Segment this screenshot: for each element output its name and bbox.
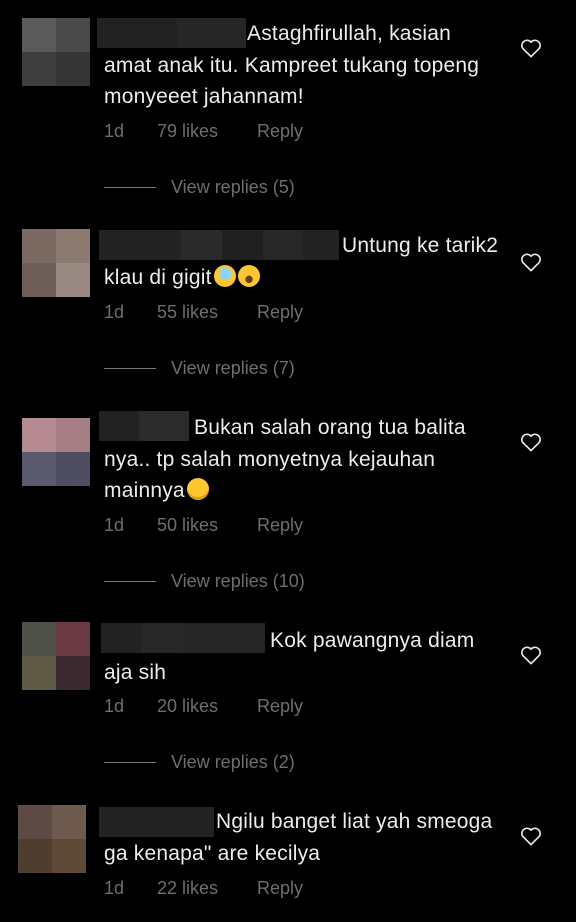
like-heart-icon[interactable]	[520, 826, 542, 846]
view-replies-label: View replies (7)	[171, 358, 295, 378]
view-replies-label: View replies (2)	[171, 752, 295, 772]
comment-age: 1d	[104, 302, 125, 322]
view-replies-button[interactable]: View replies (10)	[104, 571, 305, 592]
avatar[interactable]	[18, 805, 86, 873]
comment-age: 1d	[104, 515, 125, 535]
face-screaming-in-fear-emoji-icon	[213, 264, 236, 287]
comment-age: 1d	[104, 696, 125, 716]
comment-text: Astaghfirullah, kasian amat anak itu. Ka…	[104, 22, 480, 108]
comment-meta: 1d 22 likes Reply	[104, 878, 303, 899]
replies-divider-line	[104, 762, 156, 763]
view-replies-label: View replies (5)	[171, 177, 295, 197]
reply-button[interactable]: Reply	[257, 696, 303, 717]
reply-button[interactable]: Reply	[257, 515, 303, 536]
replies-divider-line	[104, 581, 156, 582]
like-heart-icon[interactable]	[520, 645, 542, 665]
likes-count[interactable]: 55 likes	[157, 302, 257, 323]
likes-count[interactable]: 79 likes	[157, 121, 257, 142]
comment-meta: 1d 20 likes Reply	[104, 696, 303, 717]
avatar[interactable]	[22, 622, 90, 690]
likes-count[interactable]: 22 likes	[157, 878, 257, 899]
view-replies-label: View replies (10)	[171, 571, 305, 591]
view-replies-button[interactable]: View replies (2)	[104, 752, 295, 773]
comment-age: 1d	[104, 878, 125, 898]
replies-divider-line	[104, 368, 156, 369]
comment-meta: 1d 55 likes Reply	[104, 302, 303, 323]
comment-text: Bukan salah orang tua balita nya.. tp sa…	[104, 416, 466, 502]
avatar[interactable]	[22, 418, 90, 486]
view-replies-button[interactable]: View replies (7)	[104, 358, 295, 379]
avatar[interactable]	[22, 229, 90, 297]
likes-count[interactable]: 50 likes	[157, 515, 257, 536]
like-heart-icon[interactable]	[520, 432, 542, 452]
like-heart-icon[interactable]	[520, 38, 542, 58]
comment-text: Untung ke tarik2 klau di gigit	[104, 234, 499, 289]
face-with-rolling-eyes-emoji-icon	[186, 478, 209, 500]
loudly-crying-face-emoji-icon	[237, 264, 260, 287]
reply-button[interactable]: Reply	[257, 121, 303, 142]
avatar[interactable]	[22, 18, 90, 86]
like-heart-icon[interactable]	[520, 252, 542, 272]
reply-button[interactable]: Reply	[257, 302, 303, 323]
comment-meta: 1d 79 likes Reply	[104, 121, 303, 142]
likes-count[interactable]: 20 likes	[157, 696, 257, 717]
comment-meta: 1d 50 likes Reply	[104, 515, 303, 536]
reply-button[interactable]: Reply	[257, 878, 303, 899]
comment-text: Kok pawangnya diam aja sih	[104, 629, 475, 684]
view-replies-button[interactable]: View replies (5)	[104, 177, 295, 198]
comment-age: 1d	[104, 121, 125, 141]
comment-text: Ngilu banget liat yah smeoga ga kenapa" …	[104, 810, 493, 865]
replies-divider-line	[104, 187, 156, 188]
